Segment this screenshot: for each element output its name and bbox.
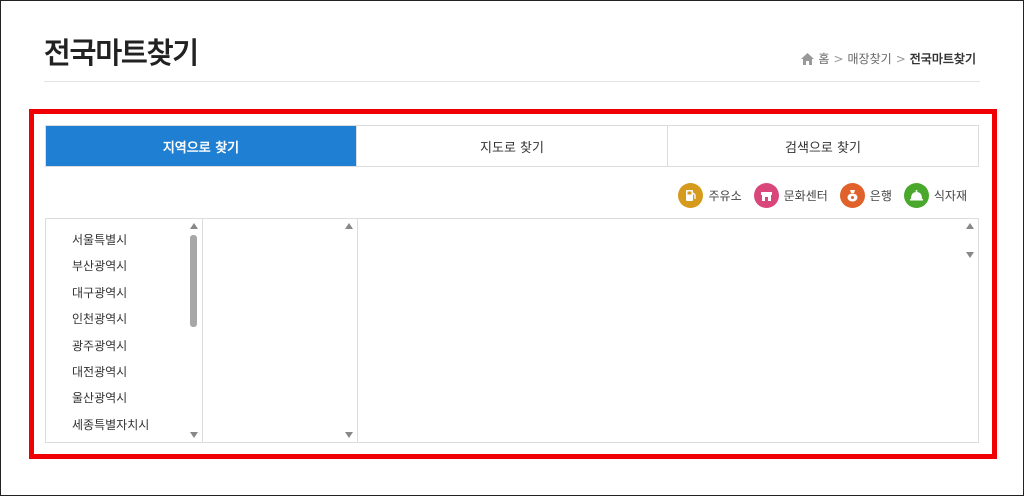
tab-map-search[interactable]: 지도로 찾기 bbox=[356, 126, 667, 166]
tab-keyword-search[interactable]: 검색으로 찾기 bbox=[667, 126, 978, 166]
scroll-up-arrow[interactable] bbox=[966, 223, 974, 229]
province-list-column[interactable]: 서울특별시 부산광역시 대구광역시 인천광역시 광주광역시 대전광역시 울산광역… bbox=[46, 219, 203, 442]
scroll-down-arrow[interactable] bbox=[190, 432, 198, 438]
province-list: 서울특별시 부산광역시 대구광역시 인천광역시 광주광역시 대전광역시 울산광역… bbox=[46, 219, 202, 442]
scrollbar-thumb[interactable] bbox=[190, 235, 197, 327]
breadcrumb-store-search[interactable]: 매장찾기 bbox=[848, 50, 892, 67]
list-item[interactable]: 울산광역시 bbox=[72, 389, 202, 415]
breadcrumb: 홈 > 매장찾기 > 전국마트찾기 bbox=[801, 50, 976, 67]
cloche-icon bbox=[903, 183, 929, 208]
list-item[interactable]: 대구광역시 bbox=[72, 284, 202, 310]
search-tabs: 지역으로 찾기 지도로 찾기 검색으로 찾기 bbox=[45, 125, 979, 167]
list-item[interactable]: 부산광역시 bbox=[72, 257, 202, 283]
legend-gas-station: 주유소 bbox=[678, 183, 742, 208]
district-list-column[interactable] bbox=[203, 219, 358, 442]
legend-label: 은행 bbox=[869, 189, 892, 203]
tab-region-search[interactable]: 지역으로 찾기 bbox=[46, 126, 356, 166]
legend-label: 문화센터 bbox=[783, 189, 828, 203]
home-icon[interactable] bbox=[801, 52, 815, 65]
list-item[interactable]: 대전광역시 bbox=[72, 363, 202, 389]
page-title: 전국마트찾기 bbox=[44, 36, 199, 70]
breadcrumb-home[interactable]: 홈 bbox=[818, 50, 829, 67]
legend-label: 식자재 bbox=[933, 189, 967, 203]
legend-bank: 은행 bbox=[839, 183, 892, 208]
chevron-right-icon: > bbox=[833, 51, 844, 66]
legend-food-ingredients: 식자재 bbox=[903, 183, 967, 208]
list-item[interactable]: 서울특별시 bbox=[72, 231, 202, 257]
scroll-up-arrow[interactable] bbox=[190, 223, 198, 229]
list-item[interactable]: 인천광역시 bbox=[72, 310, 202, 336]
legend-label: 주유소 bbox=[708, 189, 742, 203]
list-item[interactable]: 광주광역시 bbox=[72, 337, 202, 363]
store-list-column[interactable] bbox=[358, 219, 978, 442]
scroll-up-arrow[interactable] bbox=[345, 223, 353, 229]
fuel-pump-icon bbox=[678, 183, 704, 208]
scroll-down-arrow[interactable] bbox=[966, 252, 974, 258]
breadcrumb-current: 전국마트찾기 bbox=[909, 52, 976, 66]
legend-culture-center: 문화센터 bbox=[753, 183, 828, 208]
chevron-right-icon: > bbox=[895, 51, 906, 66]
list-item[interactable]: 세종특별자치시 bbox=[72, 416, 202, 442]
bank-icon bbox=[839, 183, 865, 208]
scroll-down-arrow[interactable] bbox=[345, 432, 353, 438]
region-select-panel: 서울특별시 부산광역시 대구광역시 인천광역시 광주광역시 대전광역시 울산광역… bbox=[45, 218, 979, 443]
store-icon bbox=[753, 183, 779, 208]
divider bbox=[44, 81, 980, 82]
facility-legend: 주유소 문화센터 은행 식자재 bbox=[678, 183, 967, 208]
